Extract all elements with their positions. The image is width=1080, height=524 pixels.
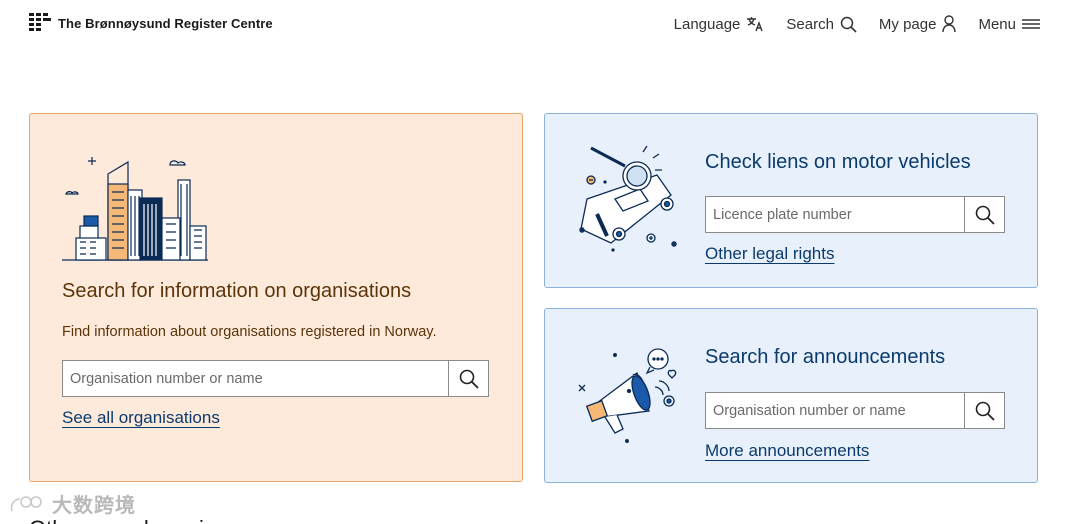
motor-vehicle-liens-card: Check liens on motor vehicles Other lega… xyxy=(544,113,1038,288)
announcements-search-input[interactable] xyxy=(706,393,964,428)
organisation-search-box xyxy=(62,360,489,397)
language-button[interactable]: Language xyxy=(674,16,765,33)
search-icon xyxy=(459,369,479,389)
licence-plate-search-box xyxy=(705,196,1005,233)
organisation-search-card: Search for information on organisations … xyxy=(29,113,523,482)
watermark-text: 大数跨境 xyxy=(52,495,136,517)
menu-label: Menu xyxy=(978,15,1016,33)
main-nav: Language Search My page Menu xyxy=(652,15,1040,33)
motor-vehicle-liens-title: Check liens on motor vehicles xyxy=(705,151,971,173)
announcements-search-box xyxy=(705,392,1005,429)
licence-plate-search-button[interactable] xyxy=(964,197,1004,232)
announcements-search-title: Search for announcements xyxy=(705,346,946,368)
my-page-button[interactable]: My page xyxy=(879,15,957,33)
search-icon xyxy=(975,401,995,421)
watermark: 大数跨境 xyxy=(8,489,136,518)
search-nav-button[interactable]: Search xyxy=(786,16,857,33)
user-icon xyxy=(942,15,957,33)
site-header: The Brønnøysund Register Centre Language… xyxy=(0,0,1080,52)
more-announcements-link[interactable]: More announcements xyxy=(705,441,869,461)
organisation-search-button[interactable] xyxy=(448,361,488,396)
organisation-search-title: Search for information on organisations xyxy=(62,280,412,302)
logo-icon xyxy=(29,13,51,31)
search-icon xyxy=(840,16,857,33)
car-magnifier-illustration xyxy=(579,145,677,252)
city-buildings-illustration xyxy=(62,157,208,261)
language-label: Language xyxy=(673,15,741,33)
hamburger-icon xyxy=(1022,19,1040,29)
organisation-search-description: Find information about organisations reg… xyxy=(62,324,437,340)
organisation-search-input[interactable] xyxy=(63,361,448,396)
search-icon xyxy=(975,205,995,225)
announcements-search-card: Search for announcements More announceme… xyxy=(544,308,1038,483)
other-legal-rights-link[interactable]: Other legal rights xyxy=(705,244,834,264)
licence-plate-input[interactable] xyxy=(706,197,964,232)
watermark-logo-icon xyxy=(10,495,42,511)
megaphone-illustration xyxy=(578,348,677,443)
see-all-organisations-link[interactable]: See all organisations xyxy=(62,408,220,428)
site-logo[interactable]: The Brønnøysund Register Centre xyxy=(29,13,273,33)
logo-text: The Brønnøysund Register Centre xyxy=(58,15,273,31)
menu-button[interactable]: Menu xyxy=(978,16,1040,33)
search-nav-label: Search xyxy=(786,15,834,33)
my-page-label: My page xyxy=(878,15,937,33)
announcements-search-button[interactable] xyxy=(964,393,1004,428)
translate-icon xyxy=(747,17,764,32)
